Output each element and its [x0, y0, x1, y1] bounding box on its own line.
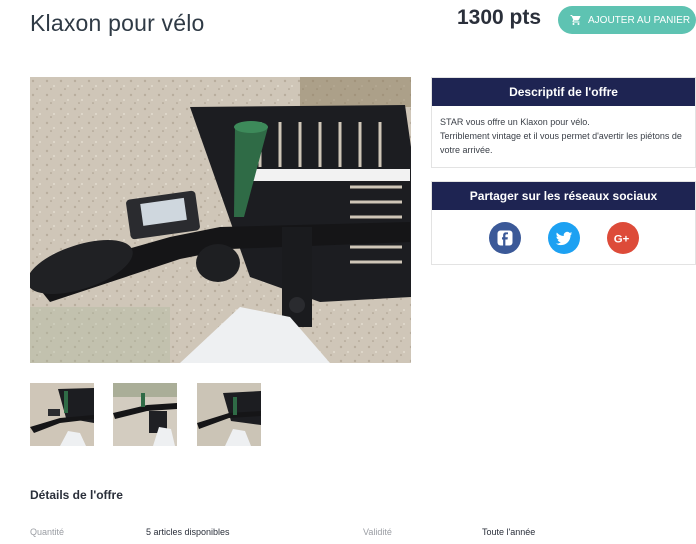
twitter-icon	[555, 231, 572, 246]
google-plus-icon: G+	[613, 233, 629, 245]
thumbnail-2[interactable]	[113, 383, 177, 446]
validity-value: Toute l'année	[482, 527, 536, 537]
offer-description-line-1: STAR vous offre un Klaxon pour vélo.	[440, 117, 590, 127]
offer-details-heading: Détails de l'offre	[30, 488, 123, 502]
add-to-cart-label: AJOUTER AU PANIER	[588, 14, 691, 26]
quantity-value: 5 articles disponibles	[146, 527, 230, 537]
thumbnail-1[interactable]	[30, 383, 94, 446]
google-plus-share-button[interactable]: G+	[606, 222, 639, 254]
twitter-share-button[interactable]	[547, 222, 580, 254]
offer-description-panel: Descriptif de l'offre STAR vous offre un…	[431, 77, 696, 168]
share-panel: Partager sur les réseaux sociaux G+	[431, 181, 696, 265]
facebook-share-button[interactable]	[488, 222, 521, 254]
offer-description-heading: Descriptif de l'offre	[432, 78, 695, 106]
facebook-icon	[497, 230, 512, 246]
main-product-image	[30, 77, 411, 363]
thumbnail-3[interactable]	[197, 383, 261, 446]
add-to-cart-button[interactable]: AJOUTER AU PANIER	[558, 6, 696, 34]
share-heading: Partager sur les réseaux sociaux	[432, 182, 695, 210]
points-price: 1300 pts	[457, 6, 542, 29]
cart-icon	[570, 15, 581, 25]
validity-label: Validité	[363, 527, 392, 537]
product-title: Klaxon pour vélo	[30, 10, 205, 36]
offer-description-line-2: Terriblement vintage et il vous permet d…	[440, 131, 682, 155]
quantity-label: Quantité	[30, 527, 65, 537]
svg-text:G+: G+	[613, 233, 629, 245]
